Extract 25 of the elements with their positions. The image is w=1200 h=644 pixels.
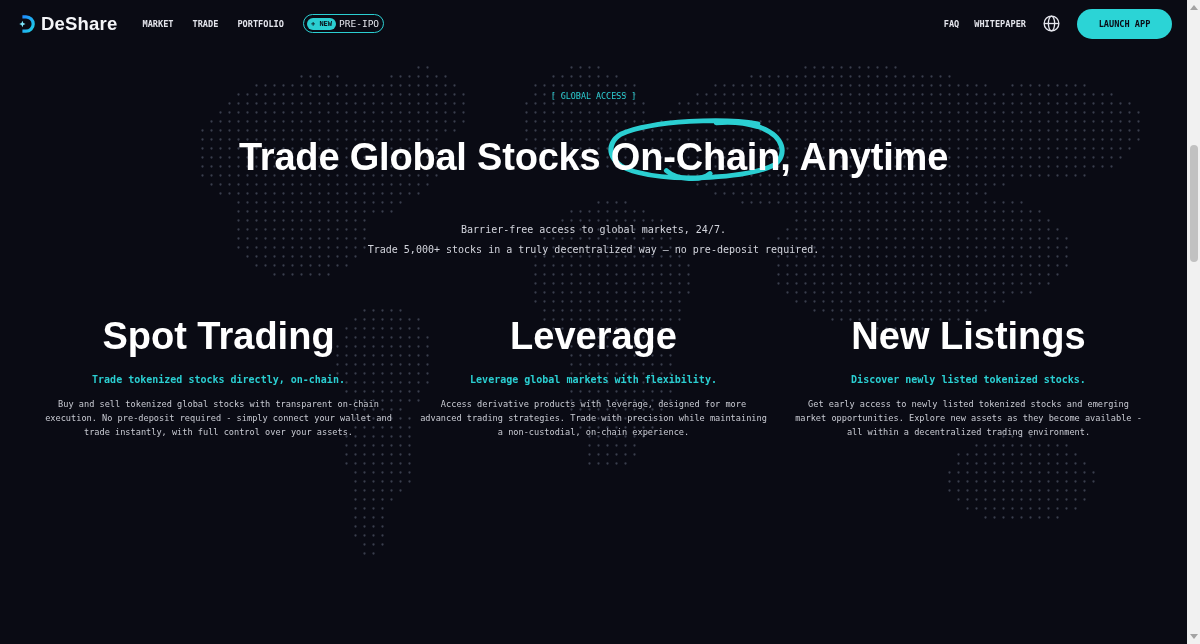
feature-description: Buy and sell tokenized global stocks with transparent on-chain execution. No pre-deposit required - simply connect your wallet and trade instantly, with full control over your assets. [44,398,393,439]
scrollbar-thumb[interactable] [1189,145,1198,262]
nav-link[interactable]: WHITEPAPER [974,18,1026,29]
section-eyebrow: [ GLOBAL ACCESS ] [550,90,637,102]
nav-link[interactable]: TRADE [192,18,219,29]
scroll-down-arrow-icon[interactable] [1189,634,1198,639]
nav-link[interactable]: PORTFOLIO [237,18,284,29]
hero-subtitle: Trade 5,000+ stocks in a truly decentralized way – no pre-deposit required. [367,243,820,257]
launch-app-button[interactable]: LAUNCH APP [1077,8,1172,39]
logo-icon[interactable] [17,14,35,33]
feature-description: Get early access to newly listed tokenized stocks and emerging market opportunities. Explore new assets as they become available - all within a decentralized trading environment. [794,398,1143,439]
feature-title: Leverage [510,314,677,359]
scrollbar-track[interactable] [1187,0,1200,644]
feature-tagline: Leverage global markets with flexibility. [470,373,717,387]
feature-title: Spot Trading [102,314,335,359]
feature-title: New Listings [851,314,1086,359]
globe-icon[interactable] [1043,15,1060,32]
hero-subtitle: Barrier-free access to global markets, 24/7. [461,223,726,237]
brand-name[interactable]: DeShare [41,12,118,35]
feature-tagline: Discover newly listed tokenized stocks. [851,373,1086,387]
scroll-up-arrow-icon[interactable] [1189,5,1198,10]
nav-link[interactable]: FAQ [943,18,960,29]
feature-description: Access derivative products with leverage, designed for more advanced trading strategies. Trade with precision while maintaining a non-custodial, on-chain experience. [419,398,768,439]
nav-link[interactable]: MARKET [142,18,174,29]
feature-tagline: Trade tokenized stocks directly, on-chain. [92,373,345,387]
